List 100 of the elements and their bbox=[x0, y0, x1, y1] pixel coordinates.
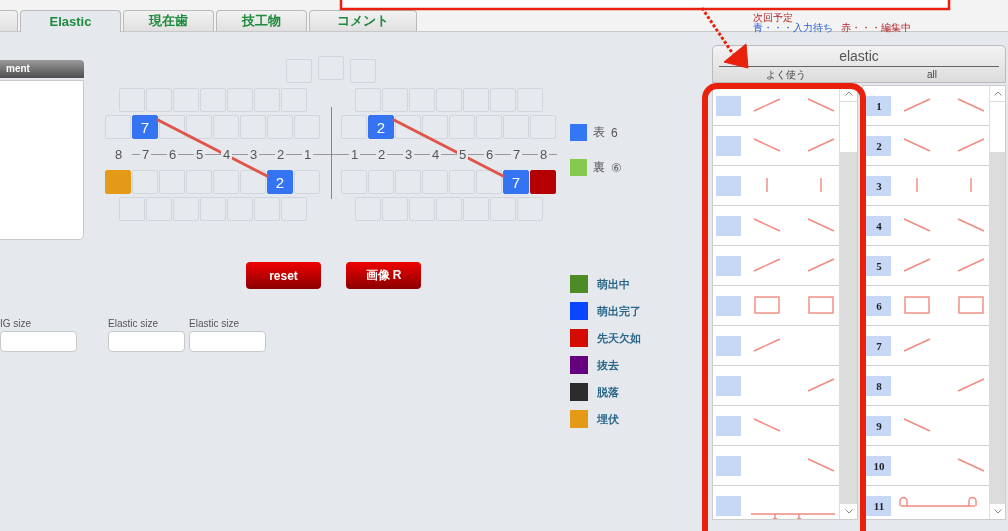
pattern-swatch bbox=[716, 415, 741, 436]
pattern-swatch bbox=[716, 215, 741, 236]
pattern-swatch bbox=[716, 95, 741, 116]
scroll-down-icon[interactable] bbox=[845, 509, 853, 514]
tooth-number: 4 bbox=[220, 147, 233, 162]
tooth-number: 7 bbox=[510, 147, 523, 162]
scroll-down-icon[interactable] bbox=[993, 509, 1002, 514]
scrollbar[interactable] bbox=[989, 86, 1005, 519]
pattern-swatch bbox=[716, 455, 741, 476]
list-heading: all bbox=[926, 68, 938, 82]
tab[interactable]: 現在歯 bbox=[123, 10, 214, 31]
pattern-row[interactable]: 6 bbox=[863, 286, 990, 326]
tooth-cell[interactable] bbox=[530, 170, 556, 194]
tooth-cell[interactable]: 7 bbox=[132, 115, 158, 139]
annotation-arrow bbox=[700, 7, 749, 69]
tooth-number: 8 bbox=[537, 147, 550, 162]
pattern-number: 4 bbox=[866, 215, 892, 236]
tab[interactable]: コメント bbox=[309, 10, 417, 31]
tooth-number: 7 bbox=[139, 147, 152, 162]
tooth-number: 6 bbox=[483, 147, 496, 162]
pattern-row[interactable]: 1 bbox=[863, 86, 990, 126]
schedule-title: 次回予定 bbox=[753, 12, 794, 23]
list-heading: よく使う bbox=[765, 68, 807, 82]
pattern-row[interactable]: 9 bbox=[863, 406, 990, 446]
tooth-number: 5 bbox=[456, 147, 469, 162]
pattern-row[interactable]: 7 bbox=[863, 326, 990, 366]
elastic-pattern-icon bbox=[903, 257, 986, 272]
pattern-row[interactable]: 8 bbox=[863, 366, 990, 406]
tooth-number: 5 bbox=[193, 147, 206, 162]
tooth-number: 6 bbox=[166, 147, 179, 162]
pattern-number: 6 bbox=[866, 295, 892, 316]
pattern-swatch bbox=[716, 495, 741, 516]
tab[interactable] bbox=[0, 10, 18, 31]
pattern-row[interactable]: 4 bbox=[863, 206, 990, 246]
pattern-number: 5 bbox=[866, 255, 892, 276]
elastic-pattern-icon bbox=[753, 137, 835, 152]
elastic-pattern-icon bbox=[753, 257, 835, 272]
pattern-swatch bbox=[716, 175, 741, 196]
elastic-pattern-icon bbox=[916, 176, 973, 193]
elastic-pattern-icon bbox=[766, 176, 822, 193]
pattern-row[interactable]: 10 bbox=[863, 446, 990, 486]
elastic-pattern-icon bbox=[807, 457, 835, 472]
pattern-number: 8 bbox=[866, 375, 892, 396]
legend-count: 6 bbox=[611, 125, 618, 140]
tooth-number: 2 bbox=[375, 147, 388, 162]
tooth-cell[interactable]: 2 bbox=[368, 115, 394, 139]
legend-label: 表 bbox=[593, 124, 605, 141]
pattern-swatch bbox=[716, 335, 741, 356]
pattern-row[interactable]: 3 bbox=[863, 166, 990, 206]
elastic-pattern-icon bbox=[903, 137, 986, 152]
pattern-number: 1 bbox=[866, 95, 892, 116]
legend-label: 裏 bbox=[593, 159, 605, 176]
pattern-row[interactable]: 2 bbox=[863, 126, 990, 166]
comment-header: ment bbox=[0, 60, 84, 78]
status-label: 抜去 bbox=[597, 357, 619, 373]
tooth-cell[interactable]: 7 bbox=[503, 170, 529, 194]
tooth-number: 2 bbox=[274, 147, 287, 162]
elastic-pattern-icon bbox=[957, 377, 986, 392]
status-label: 萌出完了 bbox=[597, 303, 641, 319]
pattern-swatch bbox=[716, 255, 741, 276]
pattern-row[interactable]: 5 bbox=[863, 246, 990, 286]
tooth-cell[interactable]: 2 bbox=[267, 170, 293, 194]
elastic-pattern-icon bbox=[753, 97, 835, 112]
pattern-number: 3 bbox=[866, 175, 892, 196]
action-button[interactable]: reset bbox=[246, 262, 321, 289]
editing-legend: 赤・・・編集中 bbox=[841, 21, 911, 33]
elastic-pattern-icon bbox=[904, 295, 985, 314]
pattern-number: 11 bbox=[866, 495, 892, 516]
tooth-number: 1 bbox=[348, 147, 361, 162]
size-input[interactable] bbox=[189, 331, 266, 352]
scroll-up-icon[interactable] bbox=[845, 91, 853, 96]
tab[interactable]: 技工物 bbox=[216, 10, 307, 31]
tooth-number: 4 bbox=[429, 147, 442, 162]
tooth-number: 3 bbox=[402, 147, 415, 162]
scrollbar-thumb[interactable] bbox=[840, 102, 858, 152]
tooth-number: 8 bbox=[112, 147, 125, 162]
pattern-swatch bbox=[716, 375, 741, 396]
tooth-number: 3 bbox=[247, 147, 260, 162]
scrollbar-thumb[interactable] bbox=[990, 102, 1005, 152]
pattern-number: 10 bbox=[866, 455, 892, 476]
size-input[interactable] bbox=[0, 331, 77, 352]
status-label: 脱落 bbox=[597, 384, 619, 400]
scroll-up-icon[interactable] bbox=[993, 91, 1002, 96]
elastic-pattern-icon bbox=[903, 217, 986, 232]
scrollbar[interactable] bbox=[839, 86, 858, 519]
comment-box[interactable] bbox=[0, 80, 84, 240]
pattern-number: 7 bbox=[866, 335, 892, 356]
tab[interactable]: Elastic bbox=[20, 10, 121, 32]
elastic-pattern-icon bbox=[957, 457, 986, 472]
tooth-cell[interactable] bbox=[105, 170, 131, 194]
legend-count: ⑥ bbox=[611, 160, 622, 175]
field-label: Elastic size bbox=[189, 318, 240, 329]
action-button[interactable]: 画像 R bbox=[346, 262, 421, 289]
status-label: 萌出中 bbox=[597, 276, 630, 292]
elastic-pattern-icon bbox=[753, 417, 781, 432]
size-input[interactable] bbox=[108, 331, 185, 352]
pattern-number: 9 bbox=[866, 415, 892, 436]
elastic-pattern-icon bbox=[753, 217, 835, 232]
elastic-pattern-icon bbox=[754, 295, 834, 314]
pattern-row[interactable]: 11 bbox=[863, 486, 990, 519]
